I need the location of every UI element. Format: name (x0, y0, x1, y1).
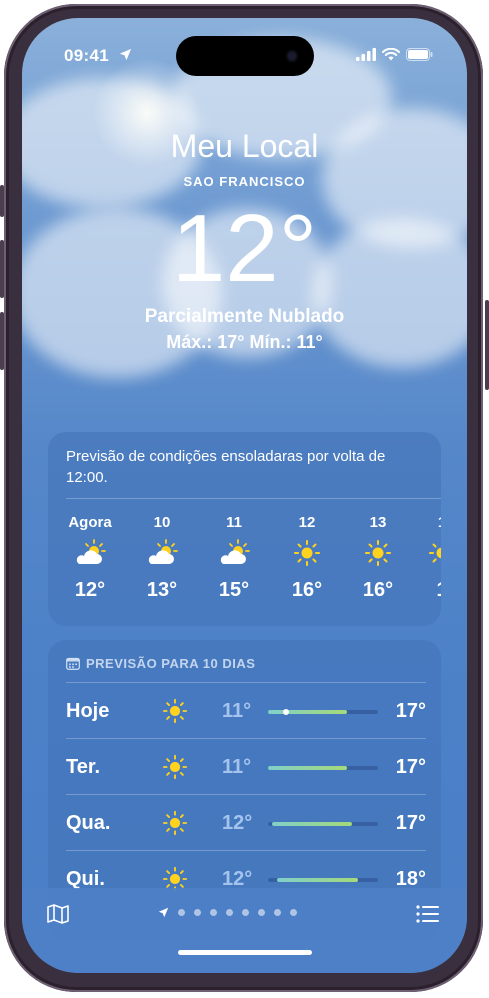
sun-icon (277, 537, 337, 569)
temp-range-bar (268, 878, 378, 882)
current-temperature: 12° (171, 195, 318, 302)
hour-label: 10 (153, 514, 171, 531)
temp-range-bar (268, 822, 378, 826)
hour-item: 13 16° (348, 514, 408, 602)
location-arrow-icon (119, 48, 132, 66)
location-name: Meu Local (170, 128, 319, 164)
hour-item: 11 15° (204, 514, 264, 602)
partly-cloudy-icon (60, 537, 120, 569)
page-dot[interactable] (274, 909, 281, 916)
volume-down-button (0, 312, 4, 370)
partly-cloudy-icon (204, 537, 264, 569)
camera-icon (286, 50, 298, 62)
divider (66, 498, 441, 499)
hour-temp: 16° (362, 579, 394, 601)
sun-icon (348, 537, 408, 569)
low-temp: 12° (222, 812, 253, 834)
day-label: Ter. (66, 756, 101, 778)
location-arrow-icon (158, 907, 169, 918)
status-time: 09:41 (64, 46, 109, 65)
temp-range-fill (272, 822, 352, 826)
sun-icon (162, 810, 188, 841)
list-button[interactable] (416, 904, 440, 929)
hour-label: 12 (298, 514, 316, 531)
dynamic-island (176, 36, 314, 76)
hour-item: 10 13° (132, 514, 192, 602)
divider (66, 850, 426, 851)
bottom-toolbar (22, 888, 467, 973)
page-dot[interactable] (258, 909, 265, 916)
volume-up-button (0, 240, 4, 298)
home-indicator[interactable] (178, 950, 312, 955)
divider (66, 682, 426, 683)
page-dot[interactable] (242, 909, 249, 916)
high-temp: 17° (395, 756, 426, 778)
temp-range-bar (268, 709, 378, 715)
hour-label: 11 (226, 514, 242, 531)
hour-label: Agora (68, 514, 112, 531)
hour-item: Agora 12° (60, 514, 120, 602)
current-temp-marker (282, 709, 289, 715)
temp-range-fill (268, 766, 348, 770)
page-indicator[interactable] (158, 907, 297, 918)
sun-icon (162, 754, 188, 785)
hour-temp: 16° (291, 579, 323, 601)
condition-text: Parcialmente Nublado (144, 306, 345, 327)
low-temp: 11° (222, 700, 252, 722)
temp-range-bar (268, 766, 378, 770)
power-button (485, 300, 489, 390)
calendar-icon (66, 657, 80, 670)
temp-range-fill (276, 878, 359, 882)
battery-icon (406, 48, 433, 61)
high-temp: 17° (395, 812, 426, 834)
wifi-icon (382, 48, 400, 61)
hourly-summary: Previsão de condições ensoladaras por vo… (66, 448, 386, 486)
high-low-text: Máx.: 17° Mín.: 11° (166, 332, 323, 352)
hour-temp: 13° (146, 579, 178, 601)
status-indicators (356, 48, 433, 61)
daily-header: PREVISÃO PARA 10 DIAS (66, 656, 255, 671)
page-dot[interactable] (178, 909, 185, 916)
map-icon (47, 904, 69, 924)
day-row[interactable]: Qua. 12° 17° (66, 794, 426, 850)
page-dot[interactable] (194, 909, 201, 916)
hourly-forecast-card[interactable]: Previsão de condições ensoladaras por vo… (48, 432, 441, 626)
page-dot[interactable] (290, 909, 297, 916)
day-label: Qua. (66, 812, 111, 834)
partly-cloudy-icon (132, 537, 192, 569)
day-row[interactable]: Ter. 11° 17° (66, 738, 426, 794)
action-button (0, 185, 4, 217)
hour-item: 1 1 (412, 514, 441, 602)
high-temp: 17° (395, 700, 426, 722)
hour-item: 12 16° (277, 514, 337, 602)
list-icon (416, 905, 439, 923)
hour-label: 13 (369, 514, 387, 531)
screen: 09:41 Meu Local SAO FRANCISCO 12° Parcia… (22, 18, 467, 973)
divider (66, 794, 426, 795)
sun-icon (162, 698, 188, 729)
city-name: SAO FRANCISCO (183, 174, 306, 189)
low-temp: 11° (222, 756, 252, 778)
page-dot[interactable] (226, 909, 233, 916)
day-row[interactable]: Hoje 11° 17° (66, 682, 426, 738)
hour-temp: 1 (412, 579, 441, 602)
sun-icon (412, 537, 441, 569)
signal-icon (356, 48, 376, 61)
temp-range-fill (268, 710, 348, 714)
hour-label: 1 (412, 514, 441, 531)
page-dot[interactable] (210, 909, 217, 916)
day-label: Hoje (66, 700, 110, 722)
map-button[interactable] (46, 903, 70, 930)
hour-temp: 12° (74, 579, 106, 601)
hour-temp: 15° (218, 579, 250, 601)
divider (66, 738, 426, 739)
daily-header-text: PREVISÃO PARA 10 DIAS (86, 656, 256, 671)
